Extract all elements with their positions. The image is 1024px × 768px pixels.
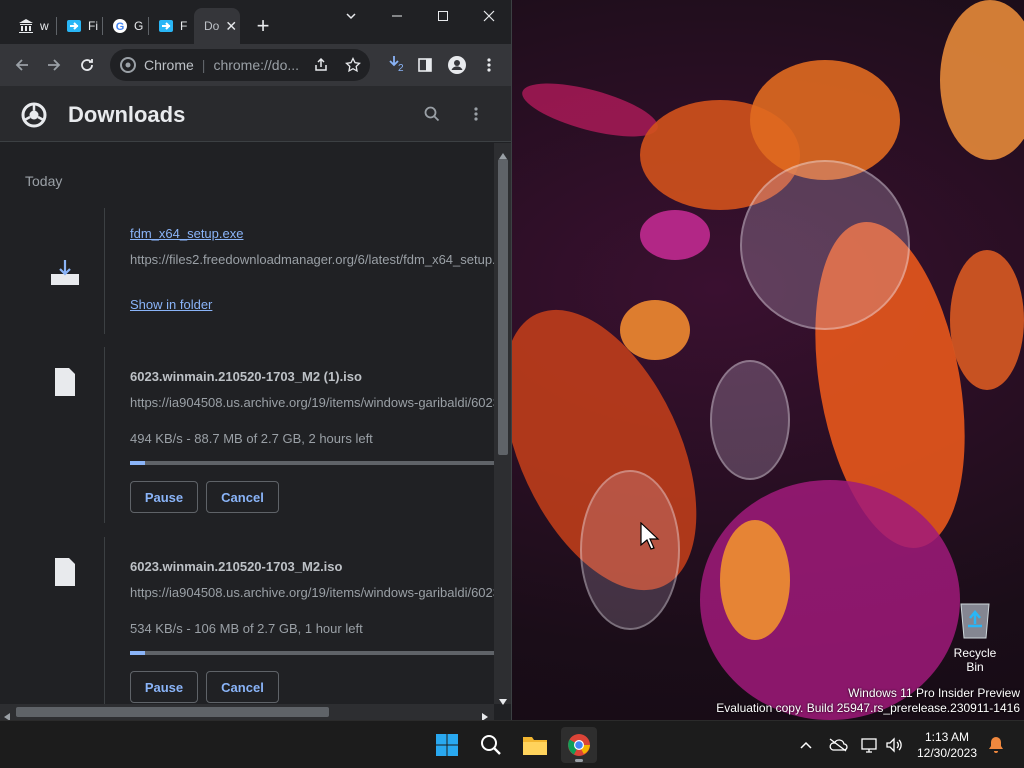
file-name[interactable]: 6023.winmain.210520-1703_M2 (1).iso: [130, 369, 362, 384]
watermark-line-2: Evaluation copy. Build 25947.rs_prerelea…: [716, 701, 1020, 715]
tab-strip: w Fi G G F Do ✕ +: [0, 0, 511, 44]
scroll-left-arrow-icon[interactable]: [4, 708, 10, 720]
recycle-bin-label: Recycle Bin: [953, 646, 997, 674]
close-tab-icon[interactable]: ✕: [225, 18, 237, 35]
file-explorer-icon[interactable]: [517, 727, 553, 763]
recycle-bin-icon: [955, 598, 995, 640]
file-icon: [54, 367, 76, 402]
scroll-right-arrow-icon[interactable]: [482, 708, 488, 720]
download-item: 6023.winmain.210520-1703_M2 (1).iso http…: [0, 347, 494, 523]
svg-text:G: G: [116, 21, 125, 33]
downloads-header: Downloads: [0, 86, 511, 142]
clock-date: 12/30/2023: [916, 746, 978, 760]
network-icon[interactable]: [858, 727, 882, 763]
new-tab-button[interactable]: +: [240, 8, 286, 44]
mouse-cursor-icon: [640, 521, 660, 555]
notification-bell-icon[interactable]: [984, 727, 1008, 763]
recycle-bin-shortcut[interactable]: Recycle Bin: [944, 598, 1006, 674]
page-title: Downloads: [68, 102, 186, 127]
tab-search-icon[interactable]: [328, 0, 374, 32]
file-name[interactable]: 6023.winmain.210520-1703_M2.iso: [130, 559, 342, 574]
volume-icon[interactable]: [882, 727, 906, 763]
fdm-icon: [66, 18, 82, 34]
download-complete-icon: [50, 258, 80, 293]
chrome-logo-icon: [21, 102, 47, 128]
pause-button[interactable]: Pause: [130, 481, 198, 513]
clock-time: 1:13 AM: [924, 730, 970, 744]
vertical-scroll-thumb[interactable]: [498, 159, 508, 455]
horizontal-scrollbar[interactable]: [0, 704, 494, 720]
forward-button[interactable]: [42, 53, 66, 77]
minimize-button[interactable]: [374, 0, 420, 32]
search-icon[interactable]: [424, 106, 442, 124]
show-in-folder-link[interactable]: Show in folder: [130, 297, 212, 312]
site-label: Chrome: [144, 57, 194, 73]
download-item: 6023.winmain.210520-1703_M2.iso https://…: [0, 537, 494, 704]
watermark-line-1: Windows 11 Pro Insider Preview: [848, 686, 1020, 700]
windows-watermark: Windows 11 Pro Insider Preview Evaluatio…: [716, 686, 1020, 716]
download-item: fdm_x64_setup.exe https://files2.freedow…: [0, 208, 494, 334]
more-actions-icon[interactable]: [474, 106, 480, 124]
bookmark-star-icon[interactable]: [341, 53, 365, 77]
taskbar: 1:13 AM 12/30/2023: [0, 720, 1024, 768]
google-icon: G: [112, 18, 128, 34]
downloads-page: Downloads Today fdm_x64_setup.exe https:…: [0, 86, 511, 720]
url-text: chrome://do...: [213, 57, 300, 73]
reload-button[interactable]: [75, 53, 99, 77]
system-clock[interactable]: 1:13 AM 12/30/2023: [912, 729, 982, 761]
horizontal-scroll-thumb[interactable]: [16, 707, 329, 717]
back-button[interactable]: [10, 53, 34, 77]
profile-avatar-icon[interactable]: [445, 53, 469, 77]
file-name-link[interactable]: fdm_x64_setup.exe: [130, 226, 243, 241]
start-button[interactable]: [429, 727, 465, 763]
tab-3[interactable]: G G: [102, 8, 148, 44]
download-status: 494 KB/s - 88.7 MB of 2.7 GB, 2 hours le…: [130, 431, 373, 446]
institution-icon: [18, 18, 34, 34]
file-url[interactable]: https://ia904508.us.archive.org/19/items…: [130, 395, 494, 410]
download-progress-bar: [130, 651, 494, 655]
share-icon[interactable]: [309, 53, 333, 77]
tab-label: F: [180, 19, 188, 33]
side-panel-icon[interactable]: [413, 53, 437, 77]
close-window-button[interactable]: [466, 0, 511, 32]
downloads-toolbar-icon[interactable]: 2: [384, 53, 408, 77]
tab-1[interactable]: w: [8, 8, 56, 44]
chrome-window: w Fi G G F Do ✕ + Chrome | chrome://do..…: [0, 0, 512, 720]
tab-downloads[interactable]: Do ✕: [194, 8, 240, 44]
more-menu-icon[interactable]: [477, 53, 501, 77]
tab-label: G: [134, 19, 144, 33]
onedrive-icon[interactable]: [826, 727, 850, 763]
maximize-button[interactable]: [420, 0, 466, 32]
tab-label: w: [40, 19, 49, 33]
download-status: 534 KB/s - 106 MB of 2.7 GB, 1 hour left: [130, 621, 363, 636]
pause-button[interactable]: Pause: [130, 671, 198, 703]
search-taskbar-icon[interactable]: [473, 727, 509, 763]
scroll-down-arrow-icon[interactable]: [499, 692, 507, 710]
tab-label: Do: [204, 19, 220, 33]
file-icon: [54, 557, 76, 592]
fdm-icon: [158, 18, 174, 34]
cancel-button[interactable]: Cancel: [206, 481, 279, 513]
file-url[interactable]: https://ia904508.us.archive.org/19/items…: [130, 585, 494, 600]
downloads-list: Today fdm_x64_setup.exe https://files2.f…: [0, 143, 494, 704]
show-hidden-icons-chevron-icon[interactable]: [794, 727, 818, 763]
date-section-label: Today: [25, 173, 63, 189]
chrome-logo-icon: [120, 57, 136, 73]
download-count-badge: 2: [398, 63, 404, 74]
tab-label: Fi: [88, 19, 98, 33]
tab-4[interactable]: F: [148, 8, 194, 44]
vertical-scrollbar[interactable]: [494, 143, 511, 705]
download-progress-bar: [130, 461, 494, 465]
tab-2[interactable]: Fi: [56, 8, 102, 44]
chrome-taskbar-icon[interactable]: [561, 727, 597, 763]
browser-toolbar: Chrome | chrome://do... 2: [0, 44, 511, 86]
cancel-button[interactable]: Cancel: [206, 671, 279, 703]
file-url[interactable]: https://files2.freedownloadmanager.org/6…: [130, 252, 494, 267]
